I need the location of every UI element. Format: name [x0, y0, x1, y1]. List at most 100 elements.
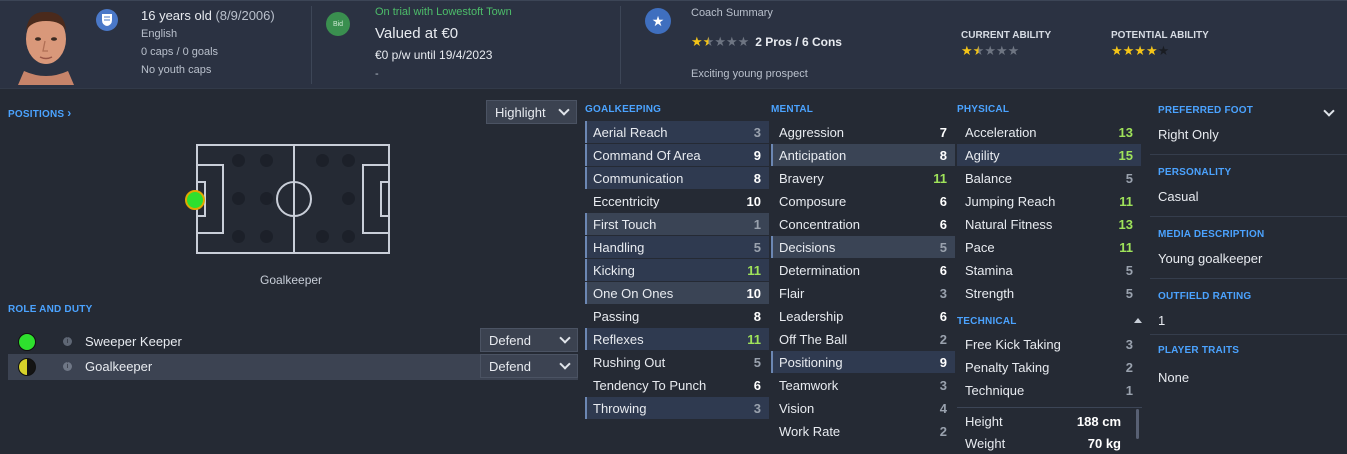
attribute-row[interactable]: Vision 4 — [771, 397, 955, 419]
scrollbar[interactable] — [1136, 409, 1139, 439]
attribute-row[interactable]: Stamina 5 — [957, 259, 1141, 281]
attribute-row[interactable]: Balance 5 — [957, 167, 1141, 189]
attribute-row[interactable]: Passing 8 — [585, 305, 769, 327]
attribute-label: Bravery — [779, 170, 824, 186]
attribute-row[interactable]: Tendency To Punch 6 — [585, 374, 769, 396]
attribute-row[interactable]: Free Kick Taking 3 — [957, 333, 1141, 355]
attribute-row[interactable]: Determination 6 — [771, 259, 955, 281]
attribute-value: 11 — [1119, 239, 1133, 255]
current-ability-stars-icon[interactable]: ★★★★★ — [961, 43, 1019, 59]
attribute-row[interactable]: Handling 5 — [585, 236, 769, 258]
attribute-label: Handling — [593, 239, 645, 255]
attribute-row[interactable]: Bravery 11 — [771, 167, 955, 189]
attribute-row[interactable]: Composure 6 — [771, 190, 955, 212]
attribute-row[interactable]: Positioning 9 — [771, 351, 955, 373]
coach-summary-title: Coach Summary — [691, 7, 773, 19]
attribute-value: 6 — [939, 308, 947, 324]
chevron-down-icon[interactable] — [1323, 105, 1335, 117]
key-attribute-marker — [771, 351, 773, 373]
attribute-value: 3 — [1125, 336, 1133, 352]
attribute-value: 9 — [939, 354, 947, 370]
attribute-row[interactable]: Aggression 7 — [771, 121, 955, 143]
attribute-row[interactable]: Teamwork 3 — [771, 374, 955, 396]
attribute-value: 2 — [939, 423, 947, 439]
attribute-label: Concentration — [779, 216, 860, 232]
coach-summary-rating[interactable]: ★★★★★ 2 Pros / 6 Cons — [691, 34, 842, 50]
duty-dropdown-goalkeeper[interactable]: Defend — [480, 354, 578, 378]
position-dot[interactable] — [232, 230, 245, 243]
position-dot[interactable] — [342, 230, 355, 243]
position-dot[interactable] — [260, 154, 273, 167]
attribute-value: 5 — [1125, 170, 1133, 186]
duty-dropdown-sweeper-keeper[interactable]: Defend — [480, 328, 578, 352]
info-icon[interactable]: i — [63, 337, 72, 346]
potential-ability-stars-icon[interactable]: ★★★★★ — [1111, 43, 1169, 59]
attribute-row[interactable]: Eccentricity 10 — [585, 190, 769, 212]
attribute-label: Eccentricity — [593, 193, 660, 209]
nation-crest-icon[interactable] — [96, 9, 118, 31]
attribute-row[interactable]: Jumping Reach 11 — [957, 190, 1141, 212]
pitch-centre-circle — [276, 181, 312, 217]
position-dot[interactable] — [260, 192, 273, 205]
position-dot[interactable] — [342, 192, 355, 205]
attribute-row[interactable]: Anticipation 8 — [771, 144, 955, 166]
player-value: Valued at €0 — [375, 25, 459, 42]
attribute-row[interactable]: First Touch 1 — [585, 213, 769, 235]
attribute-value: 3 — [939, 285, 947, 301]
trial-status[interactable]: On trial with Lowestoft Town — [375, 6, 512, 18]
attribute-row[interactable]: Kicking 11 — [585, 259, 769, 281]
key-attribute-marker — [585, 121, 587, 143]
position-dot[interactable] — [316, 230, 329, 243]
attribute-label: Free Kick Taking — [965, 336, 1061, 352]
youth-caps: No youth caps — [141, 64, 212, 76]
info-icon[interactable]: i — [63, 362, 72, 371]
position-dot[interactable] — [232, 154, 245, 167]
goalkeeper-position-dot[interactable] — [185, 190, 205, 210]
collapse-up-icon[interactable] — [1134, 318, 1142, 323]
attribute-row[interactable]: Acceleration 13 — [957, 121, 1141, 143]
attribute-row[interactable]: Leadership 6 — [771, 305, 955, 327]
attribute-value: 10 — [746, 285, 761, 301]
attribute-row[interactable]: Throwing 3 — [585, 397, 769, 419]
attribute-row[interactable]: Work Rate 2 — [771, 420, 955, 442]
positions-title[interactable]: POSITIONS › — [8, 106, 71, 120]
attribute-row[interactable]: Natural Fitness 13 — [957, 213, 1141, 235]
position-dot[interactable] — [232, 192, 245, 205]
attribute-value: 15 — [1118, 147, 1133, 163]
attribute-row[interactable]: Technique 1 — [957, 379, 1141, 401]
attribute-row[interactable]: Rushing Out 5 — [585, 351, 769, 373]
attribute-row[interactable]: Flair 3 — [771, 282, 955, 304]
highlight-dropdown[interactable]: Highlight — [486, 100, 577, 124]
attribute-label: Agility — [965, 147, 1000, 163]
attribute-row[interactable]: Reflexes 11 — [585, 328, 769, 350]
coach-star-badge-icon[interactable]: ★ — [645, 8, 671, 34]
attribute-value: 13 — [1118, 124, 1133, 140]
attribute-row[interactable]: One On Ones 10 — [585, 282, 769, 304]
chevron-down-icon — [559, 358, 571, 370]
attribute-value: 5 — [1125, 262, 1133, 278]
position-dot[interactable] — [342, 154, 355, 167]
media-description-section: MEDIA DESCRIPTION Young goalkeeper — [1150, 217, 1347, 279]
attribute-row[interactable]: Penalty Taking 2 — [957, 356, 1141, 378]
attribute-row[interactable]: Concentration 6 — [771, 213, 955, 235]
position-pitch[interactable] — [196, 144, 390, 254]
personality-section: PERSONALITY Casual — [1150, 155, 1347, 217]
position-dot[interactable] — [260, 230, 273, 243]
attribute-label: One On Ones — [593, 285, 674, 301]
player-portrait[interactable] — [18, 9, 74, 85]
personality-label: PERSONALITY — [1158, 167, 1232, 178]
attribute-row[interactable]: Aerial Reach 3 — [585, 121, 769, 143]
attribute-row[interactable]: Decisions 5 — [771, 236, 955, 258]
attribute-row[interactable]: Agility 15 — [957, 144, 1141, 166]
attribute-row[interactable]: Pace 11 — [957, 236, 1141, 258]
attribute-value: 3 — [753, 400, 761, 416]
bid-icon[interactable]: Bid — [326, 12, 350, 36]
pros-cons: 2 Pros / 6 Cons — [755, 35, 842, 49]
caps-goals: 0 caps / 0 goals — [141, 46, 219, 58]
attribute-row[interactable]: Strength 5 — [957, 282, 1141, 304]
position-dot[interactable] — [316, 154, 329, 167]
attribute-row[interactable]: Command Of Area 9 — [585, 144, 769, 166]
key-attribute-marker — [585, 397, 587, 419]
attribute-row[interactable]: Off The Ball 2 — [771, 328, 955, 350]
attribute-row[interactable]: Communication 8 — [585, 167, 769, 189]
